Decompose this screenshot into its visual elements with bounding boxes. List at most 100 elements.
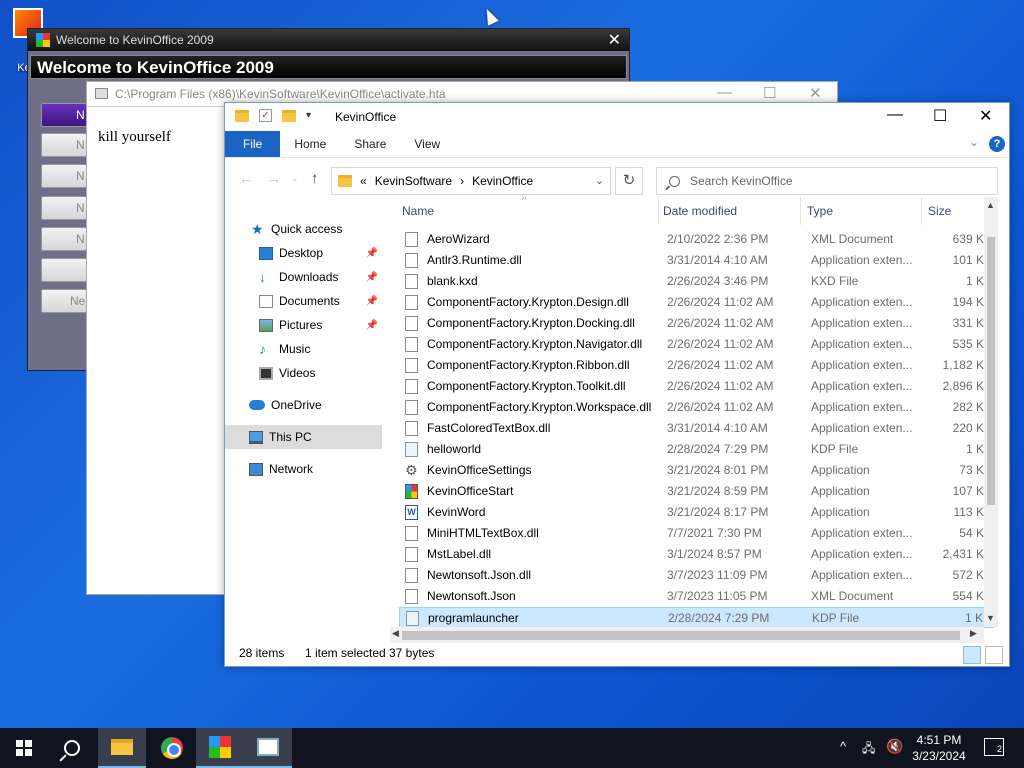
new-folder-icon[interactable]: [282, 109, 296, 122]
hta-maximize-button[interactable]: ☐: [763, 84, 776, 102]
nav-this-pc[interactable]: This PC: [225, 425, 382, 449]
breadcrumb-kevinoffice[interactable]: KevinOffice: [472, 174, 533, 188]
file-row[interactable]: KevinOfficeStart 3/21/2024 8:59 PM Applica…: [399, 481, 994, 502]
start-button[interactable]: [0, 728, 48, 768]
welcome-button-5[interactable]: N: [41, 227, 87, 251]
clock[interactable]: 4:51 PM 3/23/2024: [906, 732, 972, 764]
taskbar-file-explorer[interactable]: [98, 728, 146, 768]
search-input[interactable]: Search KevinOffice: [656, 167, 998, 195]
address-overflow[interactable]: «: [360, 174, 367, 188]
tab-home[interactable]: Home: [280, 131, 340, 157]
nav-onedrive[interactable]: OneDrive: [225, 393, 382, 417]
file-row[interactable]: ⚙ KevinOfficeSettings 3/21/2024 8:01 PM App…: [399, 460, 994, 481]
notification-center-button[interactable]: 2: [984, 738, 1004, 756]
refresh-button[interactable]: ↻: [615, 167, 643, 195]
file-row[interactable]: ComponentFactory.Krypton.Toolkit.dll 2/26…: [399, 376, 994, 397]
nav-downloads[interactable]: ↓ Downloads 📌: [225, 265, 382, 289]
address-dropdown-chevron-icon[interactable]: ⌄: [595, 174, 604, 187]
nav-videos[interactable]: Videos: [225, 361, 382, 385]
file-row[interactable]: MiniHTMLTextBox.dll 7/7/2021 7:30 PM Appli…: [399, 523, 994, 544]
address-row: ← → ⌄ ↑ « KevinSoftware › KevinOffice ⌄ …: [225, 157, 1009, 197]
taskbar: ^ 🖧 🔇 4:51 PM 3/23/2024 2: [0, 728, 1024, 768]
file-row[interactable]: FastColoredTextBox.dll 3/31/2014 4:10 AM A…: [399, 418, 994, 439]
file-date: 3/1/2024 8:57 PM: [667, 547, 762, 561]
welcome-button-6[interactable]: [41, 258, 87, 282]
scroll-right-arrow-icon[interactable]: ▶: [970, 628, 977, 639]
welcome-button-3[interactable]: N: [41, 164, 87, 188]
column-separator[interactable]: [800, 197, 801, 225]
file-row[interactable]: Newtonsoft.Json 3/7/2023 11:05 PM XML Docu…: [399, 586, 994, 607]
welcome-button-1[interactable]: N: [41, 103, 87, 127]
welcome-button-2[interactable]: N: [41, 133, 87, 157]
explorer-minimize-button[interactable]: —: [887, 106, 903, 124]
address-bar[interactable]: « KevinSoftware › KevinOffice ⌄: [331, 167, 611, 195]
nav-network[interactable]: Network: [225, 457, 382, 481]
column-size[interactable]: Size: [928, 204, 951, 218]
nav-desktop[interactable]: Desktop 📌: [225, 241, 382, 265]
file-row[interactable]: W KevinWord 3/21/2024 8:17 PM Application 11…: [399, 502, 994, 523]
taskbar-chrome[interactable]: [148, 728, 196, 768]
explorer-maximize-button[interactable]: ☐: [933, 106, 947, 126]
search-icon: [64, 740, 80, 756]
large-icons-view-button[interactable]: [985, 646, 1003, 664]
help-icon[interactable]: ?: [989, 136, 1005, 152]
nav-label: Desktop: [279, 246, 324, 260]
network-status-icon[interactable]: 🖧: [862, 739, 875, 768]
scroll-up-arrow-icon[interactable]: ▲: [986, 200, 995, 210]
horizontal-scroll-thumb[interactable]: [402, 631, 960, 640]
expand-ribbon-chevron-icon[interactable]: ⌄: [969, 135, 979, 149]
nav-music[interactable]: ♪ Music: [225, 337, 382, 361]
file-row[interactable]: Newtonsoft.Json.dll 3/7/2023 11:09 PM Appl…: [399, 565, 994, 586]
vertical-scrollbar[interactable]: ▲ ▼: [984, 197, 998, 627]
welcome-button-7[interactable]: Ne: [41, 289, 87, 313]
taskbar-search-button[interactable]: [48, 728, 96, 768]
column-separator[interactable]: [658, 197, 659, 225]
explorer-close-button[interactable]: ✕: [979, 106, 992, 126]
forward-arrow-icon[interactable]: →: [267, 170, 281, 186]
volume-muted-icon[interactable]: 🔇: [886, 738, 903, 768]
tab-view[interactable]: View: [400, 131, 454, 157]
file-row[interactable]: helloworld 2/28/2024 7:29 PM KDP File 1 KB: [399, 439, 994, 460]
file-icon: [405, 337, 418, 352]
properties-icon[interactable]: ✓: [259, 109, 272, 122]
file-row[interactable]: ComponentFactory.Krypton.Navigator.dll 2/…: [399, 334, 994, 355]
customize-toolbar-icon[interactable]: ▾: [306, 110, 311, 121]
scroll-left-arrow-icon[interactable]: ◀: [392, 628, 399, 639]
file-row[interactable]: MstLabel.dll 3/1/2024 8:57 PM Application …: [399, 544, 994, 565]
nav-documents[interactable]: Documents 📌: [225, 289, 382, 313]
file-row[interactable]: ComponentFactory.Krypton.Design.dll 2/26/…: [399, 292, 994, 313]
file-row[interactable]: programlauncher 2/28/2024 7:29 PM KDP File…: [399, 607, 994, 628]
column-date-modified[interactable]: Date modified: [663, 204, 737, 218]
column-separator[interactable]: [921, 197, 922, 225]
column-name[interactable]: Name: [402, 204, 434, 218]
welcome-close-button[interactable]: ✕: [608, 30, 621, 50]
up-arrow-icon[interactable]: ↑: [311, 170, 319, 187]
back-arrow-icon[interactable]: ←: [239, 170, 253, 186]
hta-close-button[interactable]: ✕: [809, 84, 822, 102]
file-date: 3/7/2023 11:09 PM: [667, 568, 768, 582]
nav-quick-access[interactable]: ★ Quick access: [225, 217, 382, 241]
taskbar-kevinoffice[interactable]: [196, 728, 244, 768]
file-row[interactable]: Antlr3.Runtime.dll 3/31/2014 4:10 AM Appli…: [399, 250, 994, 271]
explorer-titlebar[interactable]: ✓ ▾ KevinOffice — ☐ ✕: [225, 103, 1009, 131]
file-row[interactable]: ComponentFactory.Krypton.Workspace.dll 2/…: [399, 397, 994, 418]
file-row[interactable]: blank.kxd 2/26/2024 3:46 PM KXD File 1 KB: [399, 271, 994, 292]
vertical-scroll-thumb[interactable]: [987, 237, 995, 505]
file-row[interactable]: ComponentFactory.Krypton.Docking.dll 2/26…: [399, 313, 994, 334]
file-date: 3/31/2014 4:10 AM: [667, 253, 768, 267]
scroll-down-arrow-icon[interactable]: ▼: [986, 613, 995, 623]
tab-file[interactable]: File: [225, 131, 281, 157]
welcome-button-4[interactable]: N: [41, 196, 87, 220]
recent-locations-chevron-icon[interactable]: ⌄: [291, 173, 299, 184]
taskbar-hta[interactable]: [244, 728, 292, 768]
welcome-titlebar[interactable]: Welcome to KevinOffice 2009 ✕: [28, 29, 629, 51]
tray-overflow-chevron-icon[interactable]: ^: [840, 739, 846, 768]
column-type[interactable]: Type: [807, 204, 833, 218]
hta-minimize-button[interactable]: —: [717, 84, 732, 101]
file-row[interactable]: ComponentFactory.Krypton.Ribbon.dll 2/26/…: [399, 355, 994, 376]
breadcrumb-kevinsoftware[interactable]: KevinSoftware: [375, 174, 452, 188]
file-row[interactable]: AeroWizard 2/10/2022 2:36 PM XML Document 6…: [399, 229, 994, 250]
nav-pictures[interactable]: Pictures 📌: [225, 313, 382, 337]
tab-share[interactable]: Share: [340, 131, 400, 157]
details-view-button[interactable]: [963, 646, 981, 664]
